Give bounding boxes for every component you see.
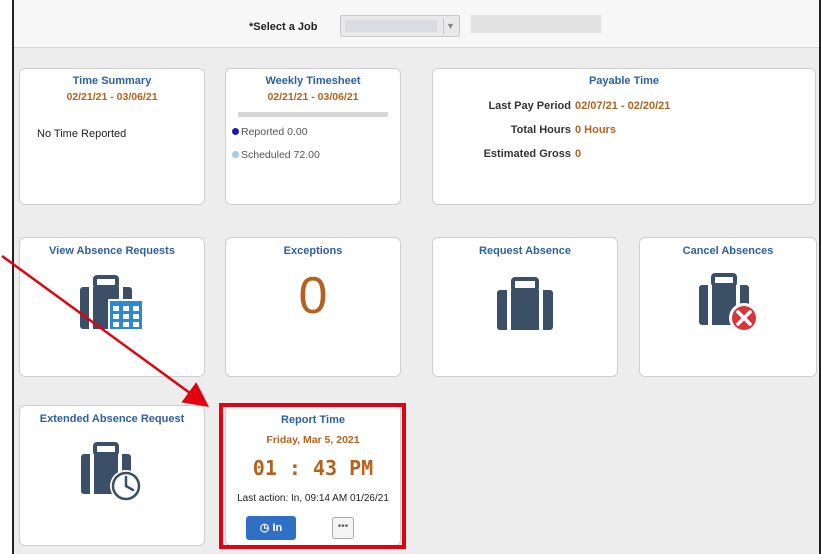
annotation-arrow: [1, 254, 210, 407]
